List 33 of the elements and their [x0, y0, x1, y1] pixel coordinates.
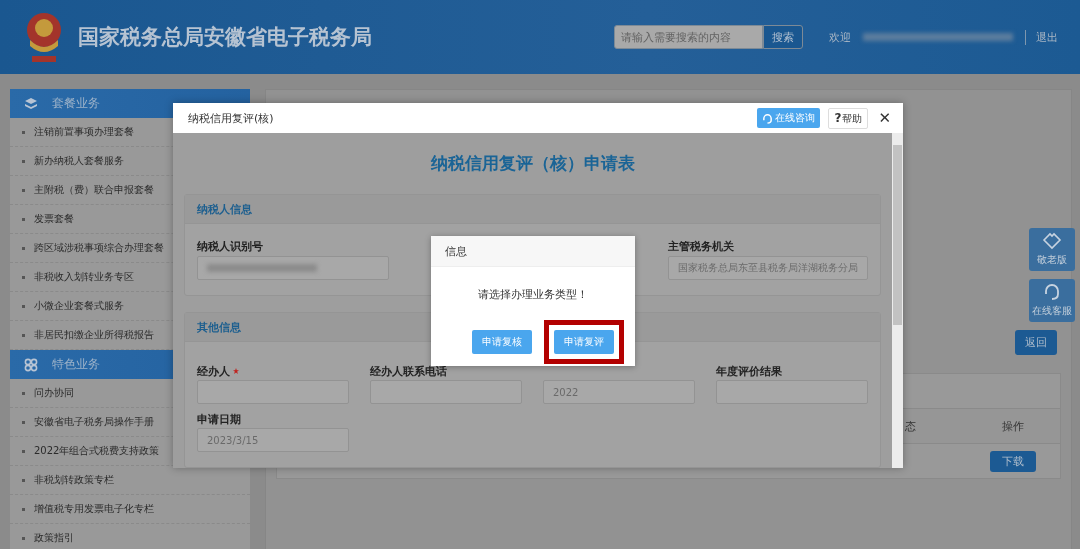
search-button[interactable]: 搜索 — [763, 25, 803, 49]
section-title: 其他信息 — [197, 319, 241, 335]
sidebar-item[interactable]: 增值税专用发票电子化专栏 — [10, 495, 250, 524]
scrollbar[interactable] — [892, 133, 903, 468]
dialog-button[interactable]: 申请复核 — [472, 330, 532, 354]
clover-icon — [24, 357, 38, 372]
stack-icon — [24, 96, 38, 111]
consult-button[interactable]: 在线咨询 — [757, 108, 821, 128]
field-label: 经办人联系电话 — [370, 363, 447, 379]
search-field[interactable]: 请输入需要搜索的内容 — [614, 25, 763, 49]
side-button[interactable]: 在线客服 — [1029, 279, 1075, 322]
input-field[interactable] — [197, 256, 389, 280]
back-button[interactable]: 返回 — [1015, 330, 1057, 355]
welcome-text: 欢迎 — [829, 29, 851, 45]
form-title: 纳税信用复评（核）申请表 — [429, 152, 636, 175]
column-header: 操作 — [1000, 418, 1025, 434]
sidebar-item[interactable]: 政策指引 — [10, 524, 250, 549]
close-button[interactable]: ✕ — [876, 109, 893, 127]
field-label: 年度评价结果 — [716, 363, 782, 379]
site-title: 国家税务总局安徽省电子税务局 — [78, 24, 372, 51]
download-button[interactable]: 下载 — [989, 450, 1036, 472]
dialog-title: 信息 — [445, 243, 467, 259]
dialog-message: 请选择办理业务类型！ — [477, 287, 589, 302]
field-label: 经办人 — [197, 363, 230, 379]
dialog-button[interactable]: 申请复评 — [554, 330, 614, 354]
help-button[interactable]: ?帮助 — [828, 107, 869, 129]
side-button[interactable]: 敬老版 — [1029, 228, 1075, 271]
field-label: 主管税务机关 — [668, 238, 734, 254]
headset-icon — [762, 112, 774, 124]
field-label: 申请日期 — [197, 411, 241, 427]
column-header: 态 — [905, 418, 917, 434]
headset-icon — [1043, 283, 1061, 301]
logout-link[interactable]: 退出 — [1025, 29, 1058, 45]
